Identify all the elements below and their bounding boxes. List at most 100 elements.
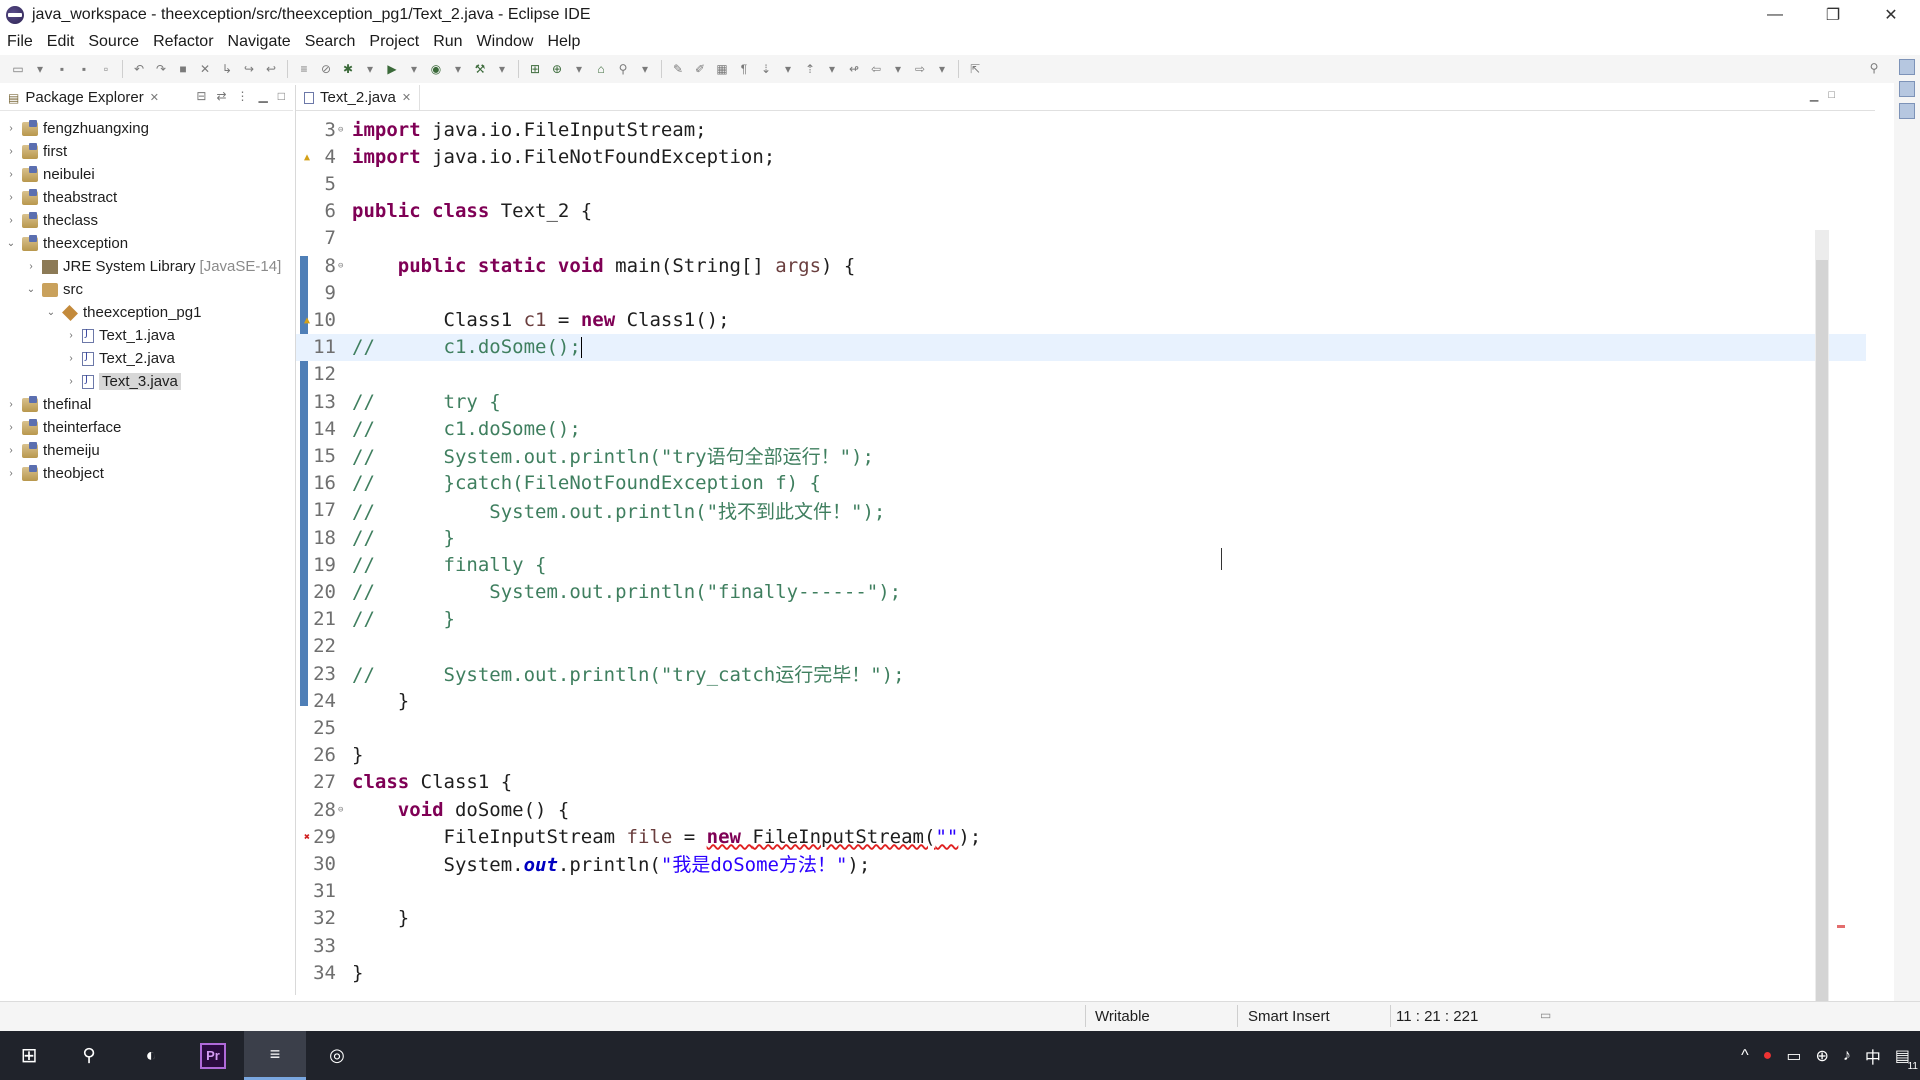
new-dropdown-icon[interactable]: ▾ xyxy=(30,59,50,79)
tree-item-theabstract[interactable]: › theabstract xyxy=(0,186,293,209)
warning-marker-icon[interactable]: ▲ xyxy=(304,315,314,326)
code-line[interactable]: 28 ⊖ void doSome() { xyxy=(296,796,1866,823)
maximize-editor-icon[interactable]: □ xyxy=(1828,89,1835,102)
editor-tab-text2[interactable]: Text_2.java ✕ xyxy=(296,84,421,111)
skip-breakpoints-icon[interactable]: ⊘ xyxy=(316,59,336,79)
close-icon[interactable]: ✕ xyxy=(150,91,159,104)
code-line[interactable]: 33 xyxy=(296,932,1866,959)
tree-item-theinterface[interactable]: › theinterface xyxy=(0,416,293,439)
java-perspective-icon[interactable] xyxy=(1899,59,1915,75)
code-line[interactable]: 5 xyxy=(296,170,1866,197)
tree-item-text-3-java[interactable]: › Text_3.java xyxy=(0,370,293,393)
fold-toggle-icon[interactable]: ⊖ xyxy=(338,805,348,815)
scrollbar-thumb[interactable] xyxy=(1816,260,1828,1030)
vertical-scrollbar[interactable] xyxy=(1815,230,1829,1050)
code-line[interactable]: 14 // c1.doSome(); xyxy=(296,415,1866,442)
view-menu-icon[interactable]: ⋮ xyxy=(237,89,249,103)
run-icon[interactable]: ▶ xyxy=(382,59,402,79)
chevron-down-icon[interactable]: ⌄ xyxy=(24,284,38,295)
search-icon[interactable]: ⚲ xyxy=(1864,58,1884,78)
chevron-right-icon[interactable]: › xyxy=(4,445,18,456)
chevron-right-icon[interactable]: › xyxy=(4,215,18,226)
tree-item-text-2-java[interactable]: › Text_2.java xyxy=(0,347,293,370)
new-icon[interactable]: ▭ xyxy=(8,59,28,79)
tree-item-neibulei[interactable]: › neibulei xyxy=(0,163,293,186)
collapse-all-icon[interactable]: ⊟ xyxy=(196,89,206,103)
restore-view-icon[interactable] xyxy=(1899,81,1915,97)
code-line[interactable]: 31 xyxy=(296,878,1866,905)
debug-dropdown-icon[interactable]: ▾ xyxy=(360,59,380,79)
overview-error-marker[interactable] xyxy=(1837,925,1845,928)
code-line[interactable]: 20 // System.out.println("finally------")… xyxy=(296,578,1866,605)
network-icon[interactable]: ⊕ xyxy=(1815,1046,1828,1066)
security-icon[interactable]: ● xyxy=(1763,1047,1773,1065)
tree-item-theclass[interactable]: › theclass xyxy=(0,209,293,232)
code-line[interactable]: 7 xyxy=(296,225,1866,252)
fold-toggle-icon[interactable]: ⊖ xyxy=(338,261,348,271)
code-line[interactable]: 21 // } xyxy=(296,606,1866,633)
chevron-right-icon[interactable]: › xyxy=(64,376,78,387)
notification-icon[interactable]: ▤ 11 xyxy=(1895,1046,1918,1072)
maximize-view-icon[interactable]: □ xyxy=(278,89,285,103)
code-line[interactable]: 12 xyxy=(296,361,1866,388)
print-icon[interactable]: ▫ xyxy=(96,59,116,79)
code-line[interactable]: 8 ⊖ public static void main(String[] args… xyxy=(296,252,1866,279)
chevron-right-icon[interactable]: › xyxy=(64,330,78,341)
code-line[interactable]: 11 // c1.doSome(); xyxy=(296,333,1866,361)
chevron-right-icon[interactable]: › xyxy=(64,353,78,364)
chevron-right-icon[interactable]: › xyxy=(4,169,18,180)
code-line[interactable]: 15 // System.out.println("try语句全部运行！"); xyxy=(296,442,1866,469)
warning-marker-icon[interactable]: ▲ xyxy=(304,152,314,163)
menu-file[interactable]: File xyxy=(0,33,40,51)
tree-item-theobject[interactable]: › theobject xyxy=(0,462,293,485)
minimize-editor-icon[interactable]: ▁ xyxy=(1810,89,1818,102)
stop-icon[interactable]: ■ xyxy=(173,59,193,79)
browser-icon[interactable]: ◐ xyxy=(120,1031,182,1080)
code-line[interactable]: 32 } xyxy=(296,905,1866,932)
save-icon[interactable]: ▪ xyxy=(52,59,72,79)
battery-icon[interactable]: ▭ xyxy=(1786,1046,1801,1066)
code-line[interactable]: 18 // } xyxy=(296,524,1866,551)
menu-help[interactable]: Help xyxy=(540,33,587,51)
last-edit-icon[interactable]: ↫ xyxy=(844,59,864,79)
code-line[interactable]: 3 ⊖ import java.io.FileInputStream; xyxy=(296,116,1866,143)
chevron-right-icon[interactable]: › xyxy=(4,422,18,433)
prev-annotation-icon[interactable]: ⇡ xyxy=(800,59,820,79)
menu-navigate[interactable]: Navigate xyxy=(221,33,298,51)
code-line[interactable]: 25 xyxy=(296,714,1866,741)
mark-occurrences-icon[interactable]: ✐ xyxy=(690,59,710,79)
external-tools-icon[interactable]: ⚒ xyxy=(470,59,490,79)
chevron-right-icon[interactable]: › xyxy=(4,399,18,410)
pin-editor-icon[interactable]: ⇱ xyxy=(965,59,985,79)
chevron-right-icon[interactable]: › xyxy=(24,261,38,272)
status-lock-icon[interactable]: ▭ xyxy=(1540,1008,1551,1022)
save-all-icon[interactable]: ▪ xyxy=(74,59,94,79)
annotation-icon[interactable]: ✎ xyxy=(668,59,688,79)
code-line[interactable]: 22 xyxy=(296,633,1866,660)
disconnect-icon[interactable]: ✕ xyxy=(195,59,215,79)
minimize-button[interactable]: — xyxy=(1746,0,1804,30)
prev-annotation-dropdown-icon[interactable]: ▾ xyxy=(822,59,842,79)
code-line[interactable]: 34} xyxy=(296,959,1866,986)
tree-item-text-1-java[interactable]: › Text_1.java xyxy=(0,324,293,347)
chevron-right-icon[interactable]: › xyxy=(4,468,18,479)
link-editor-icon[interactable]: ⇄ xyxy=(216,89,226,103)
overview-ruler[interactable] xyxy=(1837,205,1847,1065)
show-whitespace-icon[interactable]: ¶ xyxy=(734,59,754,79)
run-dropdown-icon[interactable]: ▾ xyxy=(404,59,424,79)
code-line[interactable]: 23 // System.out.println("try_catch运行完毕！"… xyxy=(296,660,1866,687)
new-package-dropdown-icon[interactable]: ▾ xyxy=(569,59,589,79)
menu-search[interactable]: Search xyxy=(298,33,363,51)
code-line[interactable]: 29 ✖ FileInputStream file = new FileInput… xyxy=(296,823,1866,850)
code-line[interactable]: 17 // System.out.println("找不到此文件！"); xyxy=(296,497,1866,524)
code-line[interactable]: 13 // try { xyxy=(296,388,1866,415)
code-line[interactable]: 19 // finally { xyxy=(296,551,1866,578)
code-line[interactable]: 9 xyxy=(296,279,1866,306)
chevron-up-icon[interactable]: ^ xyxy=(1741,1047,1749,1065)
tree-item-themeiju[interactable]: › themeiju xyxy=(0,439,293,462)
block-selection-icon[interactable]: ▦ xyxy=(712,59,732,79)
package-explorer-tab[interactable]: ▤ Package Explorer ✕ ⊟ ⇄ ⋮ ▁ □ xyxy=(0,85,293,111)
tree-item-src[interactable]: ⌄ src xyxy=(0,278,293,301)
code-line[interactable]: 24 } xyxy=(296,687,1866,714)
next-annotation-icon[interactable]: ⇣ xyxy=(756,59,776,79)
